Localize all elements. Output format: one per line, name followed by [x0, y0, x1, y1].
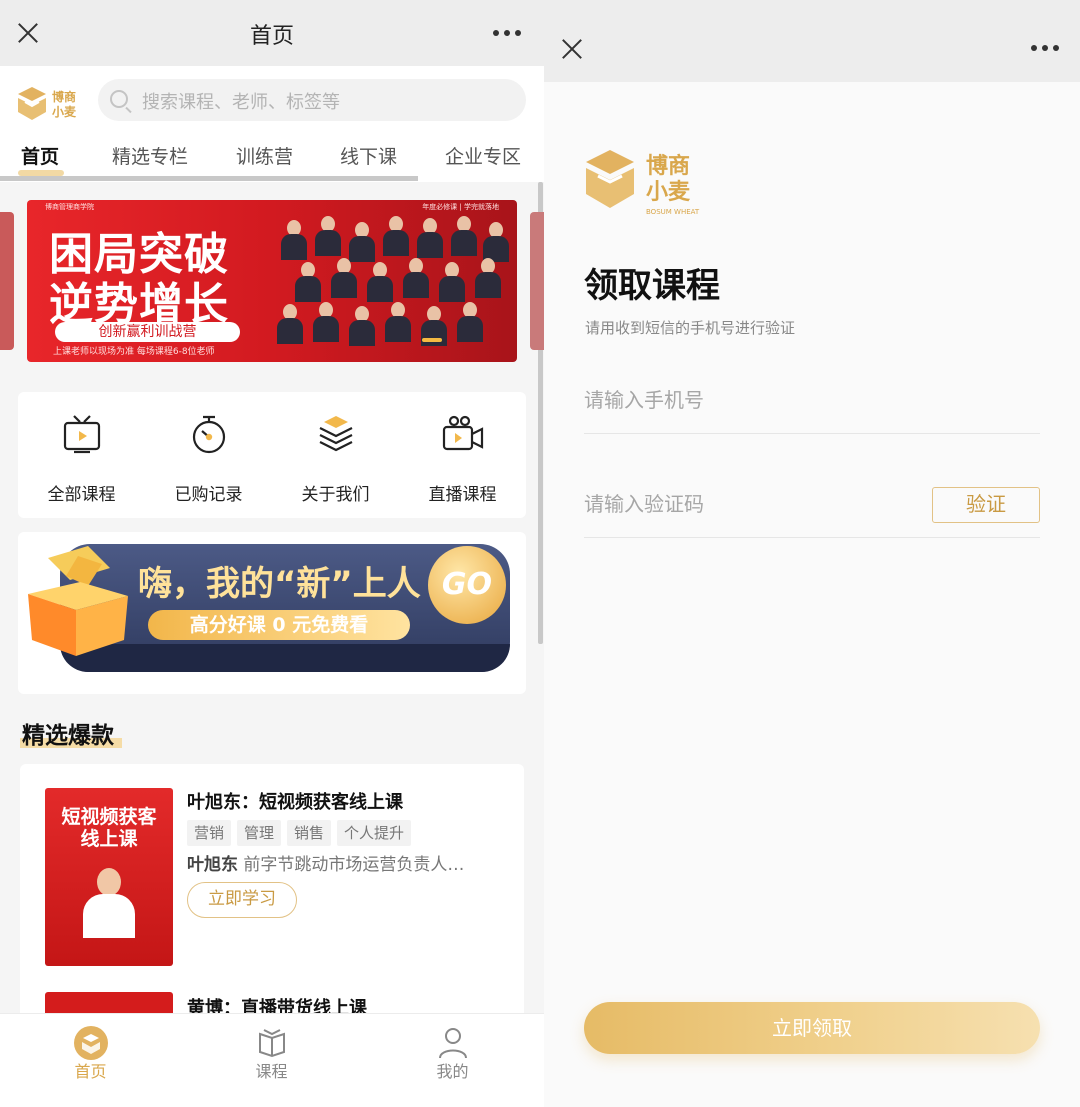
quick-link-label: 直播课程 [428, 485, 497, 505]
quick-link-live[interactable]: 直播课程 [399, 392, 526, 518]
tabbar-label: 课程 [255, 1062, 288, 1081]
banner-note: 上课老师以现场为准 每场课程6-8位老师 [53, 347, 215, 357]
teacher-bio: 前字节跳动市场运营负责人… [243, 855, 465, 875]
course-title[interactable]: 叶旭东：短视频获客线上课 [187, 788, 403, 814]
tabbar-courses[interactable]: 课程 [181, 1014, 362, 1107]
tab-bootcamp[interactable]: 训练营 [236, 142, 293, 169]
code-placeholder: 请输入验证码 [584, 492, 704, 516]
claim-now-button[interactable]: 立即领取 [584, 1002, 1040, 1054]
brand-logo: 博商 小麦 BOSUM WHEAT [586, 150, 700, 216]
more-icon[interactable] [493, 30, 521, 36]
bottom-tab-bar: 首页 课程 我的 [0, 1013, 544, 1107]
section-title: 精选爆款 [22, 723, 114, 749]
promo-headline: 嗨，我的“新”上人 [138, 564, 421, 604]
camera-icon [442, 415, 484, 451]
tab-home[interactable]: 首页 [21, 142, 59, 169]
teacher-name: 叶旭东 [187, 855, 238, 875]
svg-text:小麦: 小麦 [52, 104, 77, 119]
stopwatch-icon [192, 415, 226, 454]
study-now-button[interactable]: 立即学习 [187, 882, 297, 918]
claim-course-screen: 博商 小麦 BOSUM WHEAT 领取课程 请用收到短信的手机号进行验证 请输… [544, 0, 1080, 1107]
promo-go-button[interactable]: GO [428, 546, 506, 624]
banner-prev-peek[interactable] [0, 212, 14, 350]
verify-button[interactable]: 验证 [932, 487, 1040, 523]
tab-columns[interactable]: 精选专栏 [112, 142, 188, 169]
hero-banner[interactable]: 博商管理商学院 年度必修课 | 学完就落地 困局突破 逆势增长 创新赢利训战营 … [27, 200, 517, 362]
close-icon[interactable] [561, 38, 583, 60]
top-bar [544, 0, 1080, 82]
promo-banner[interactable]: 嗨，我的“新”上人 高分好课 0 元免费看 GO [18, 532, 526, 694]
tabbar-home[interactable]: 首页 [0, 1014, 181, 1107]
gift-box-icon [28, 546, 128, 656]
home-screen: 首页 博商 小麦 搜索课程、老师、标签等 首页 精选专栏 训练营 线下课 企业专… [0, 0, 544, 1107]
page-title: 领取课程 [584, 266, 720, 306]
quick-links: 全部课程 已购记录 关于我们 直播课程 [18, 392, 526, 518]
user-icon [439, 1028, 467, 1059]
tabs-scroll-indicator [0, 176, 418, 181]
page-subtitle: 请用收到短信的手机号进行验证 [585, 319, 796, 337]
quick-link-purchases[interactable]: 已购记录 [145, 392, 272, 518]
course-cover[interactable]: 短视频获客线上课 [45, 788, 173, 966]
promo-subline: 高分好课 0 元免费看 [148, 610, 410, 640]
quick-link-label: 全部课程 [47, 485, 116, 505]
brand-logo: 博商 小麦 [18, 87, 77, 120]
book-icon [259, 1029, 285, 1058]
svg-text:博商: 博商 [52, 89, 76, 104]
tag: 个人提升 [337, 820, 412, 846]
banner-tagline: 年度必修课 | 学完就落地 [422, 203, 499, 211]
course-description: 叶旭东 前字节跳动市场运营负责人… [187, 850, 505, 875]
quick-link-label: 关于我们 [301, 485, 370, 505]
logo-text: BOSUM WHEAT [646, 208, 700, 216]
more-icon[interactable] [1031, 45, 1059, 51]
search-icon [110, 90, 128, 108]
banner-subline: 创新赢利训战营 [55, 322, 240, 342]
banner-brand: 博商管理商学院 [45, 203, 94, 211]
tag: 营销 [187, 820, 232, 846]
teacher-photo [83, 868, 135, 938]
tab-offline[interactable]: 线下课 [340, 142, 397, 169]
quick-link-all-courses[interactable]: 全部课程 [18, 392, 145, 518]
code-field[interactable]: 请输入验证码 验证 [584, 468, 1040, 538]
banner-next-peek[interactable] [530, 212, 544, 350]
top-bar: 首页 [0, 0, 544, 66]
home-brand-icon [74, 1026, 108, 1060]
tv-icon [63, 415, 101, 454]
page-title: 首页 [249, 24, 294, 49]
course-card[interactable]: 短视频获客线上课 叶旭东：短视频获客线上课 营销 管理 销售 个人提升 叶旭东 前字节… [20, 764, 524, 996]
header: 博商 小麦 搜索课程、老师、标签等 首页 精选专栏 训练营 线下课 企业专区 [0, 66, 544, 182]
carousel-indicator [422, 338, 442, 342]
search-placeholder: 搜索课程、老师、标签等 [142, 92, 340, 113]
tab-enterprise[interactable]: 企业专区 [445, 142, 521, 169]
quick-link-label: 已购记录 [174, 485, 243, 505]
search-input[interactable]: 搜索课程、老师、标签等 [98, 79, 526, 121]
cover-title: 短视频获客线上课 [61, 806, 157, 850]
phone-placeholder: 请输入手机号 [584, 388, 704, 412]
logo-text: 小麦 [646, 179, 691, 205]
course-tags: 营销 管理 销售 个人提升 [187, 820, 417, 846]
tag: 管理 [237, 820, 282, 846]
quick-link-about[interactable]: 关于我们 [272, 392, 399, 518]
tabbar-mine[interactable]: 我的 [362, 1014, 543, 1107]
brand-stack-icon [319, 416, 353, 452]
tabbar-label: 首页 [74, 1062, 107, 1081]
phone-field[interactable]: 请输入手机号 [584, 364, 1040, 434]
logo-text: 博商 [646, 153, 690, 179]
category-tabs: 首页 精选专栏 训练营 线下课 企业专区 [0, 138, 544, 178]
teacher-photos [271, 214, 511, 362]
tag: 销售 [287, 820, 332, 846]
tabbar-label: 我的 [436, 1062, 469, 1081]
